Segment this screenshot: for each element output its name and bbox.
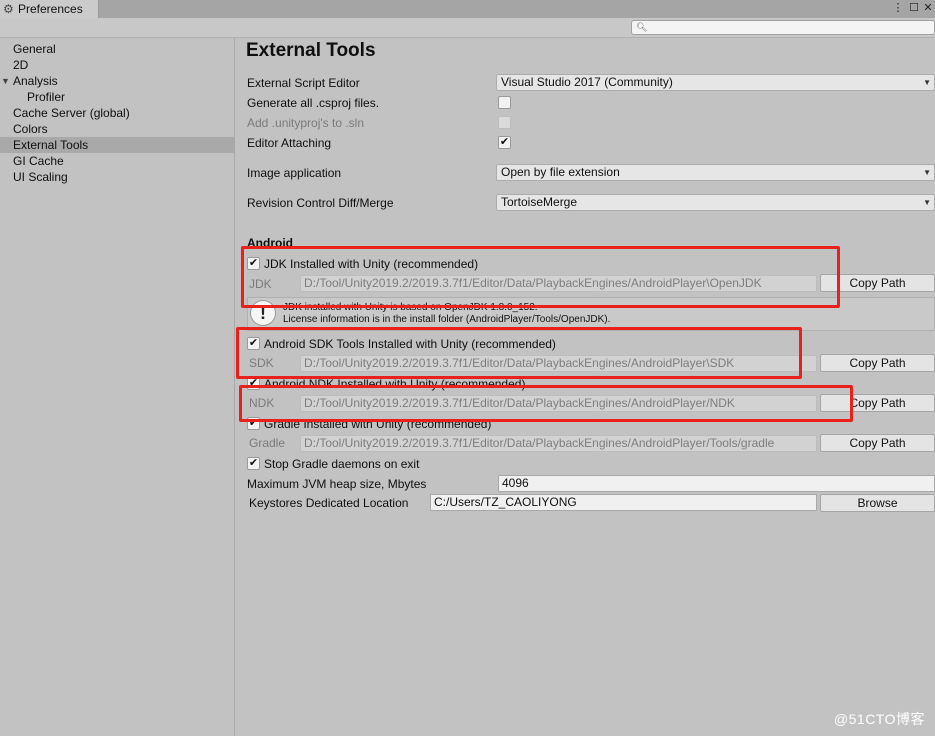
sidebar-item-profiler[interactable]: Profiler	[0, 89, 234, 105]
search-icon: 🔍︎	[636, 22, 648, 32]
preferences-tab[interactable]: ⚙ Preferences	[0, 0, 99, 18]
add-unityproj-label: Add .unityproj's to .sln	[247, 116, 365, 130]
add-unityproj-checkbox	[498, 116, 511, 129]
stop-gradle-checkbox[interactable]: ✔	[247, 457, 260, 470]
dropdown-arrow-icon: ▼	[923, 168, 931, 177]
annotation-box-sdk	[236, 327, 802, 379]
page-title: External Tools	[246, 40, 376, 61]
watermark: @51CTO博客	[833, 711, 925, 727]
editor-attaching-label: Editor Attaching	[247, 136, 332, 150]
search-input[interactable]: 🔍︎	[631, 20, 935, 35]
generate-csproj-checkbox[interactable]	[498, 96, 511, 109]
jdk-info-line2: License information is in the install fo…	[283, 314, 611, 325]
gradle-field-label: Gradle	[249, 436, 286, 450]
collapse-arrow-icon[interactable]: ▼	[1, 73, 10, 89]
revision-control-dropdown[interactable]: TortoiseMerge ▼	[496, 194, 935, 211]
dropdown-arrow-icon: ▼	[923, 198, 931, 207]
image-application-label: Image application	[247, 166, 342, 180]
sidebar: General 2D ▼ Analysis Profiler Cache Ser…	[0, 38, 235, 736]
jvm-heap-label: Maximum JVM heap size, Mbytes	[247, 477, 427, 491]
gradle-copy-path-button[interactable]: Copy Path	[820, 434, 935, 452]
sidebar-item-analysis[interactable]: ▼ Analysis	[0, 73, 234, 89]
keystores-label: Keystores Dedicated Location	[249, 496, 409, 510]
sidebar-item-label: Analysis	[13, 74, 58, 88]
stop-gradle-label: Stop Gradle daemons on exit	[264, 457, 420, 471]
tab-title: Preferences	[18, 2, 83, 16]
annotation-box-ndk	[239, 385, 853, 422]
sidebar-item-2d[interactable]: 2D	[0, 57, 234, 73]
jvm-heap-input[interactable]: 4096	[498, 475, 935, 492]
gradle-path-field: D:/Tool/Unity2019.2/2019.3.7f1/Editor/Da…	[300, 435, 817, 452]
window-title-bar	[0, 0, 935, 18]
sidebar-item-cache-server[interactable]: Cache Server (global)	[0, 105, 234, 121]
sidebar-item-colors[interactable]: Colors	[0, 121, 234, 137]
dropdown-value: TortoiseMerge	[501, 195, 578, 209]
sidebar-item-external-tools[interactable]: External Tools	[0, 137, 234, 153]
keystores-input[interactable]: C:/Users/TZ_CAOLIYONG	[430, 494, 817, 511]
dropdown-value: Open by file extension	[501, 165, 620, 179]
editor-attaching-checkbox[interactable]: ✔	[498, 136, 511, 149]
sidebar-item-ui-scaling[interactable]: UI Scaling	[0, 169, 234, 185]
script-editor-label: External Script Editor	[247, 76, 360, 90]
dropdown-arrow-icon: ▼	[923, 78, 931, 87]
annotation-box-jdk	[241, 246, 840, 308]
image-application-dropdown[interactable]: Open by file extension ▼	[496, 164, 935, 181]
maximize-icon[interactable]: ☐	[907, 1, 921, 15]
sdk-copy-path-button[interactable]: Copy Path	[820, 354, 935, 372]
script-editor-dropdown[interactable]: Visual Studio 2017 (Community) ▼	[496, 74, 935, 91]
keystores-browse-button[interactable]: Browse	[820, 494, 935, 512]
sidebar-item-gi-cache[interactable]: GI Cache	[0, 153, 234, 169]
gear-icon: ⚙	[3, 2, 14, 16]
generate-csproj-label: Generate all .csproj files.	[247, 96, 380, 110]
close-icon[interactable]: ✕	[921, 1, 935, 15]
more-menu-icon[interactable]: ⋮	[891, 1, 905, 15]
dropdown-value: Visual Studio 2017 (Community)	[501, 75, 673, 89]
sidebar-item-general[interactable]: General	[0, 41, 234, 57]
revision-control-label: Revision Control Diff/Merge	[247, 196, 394, 210]
